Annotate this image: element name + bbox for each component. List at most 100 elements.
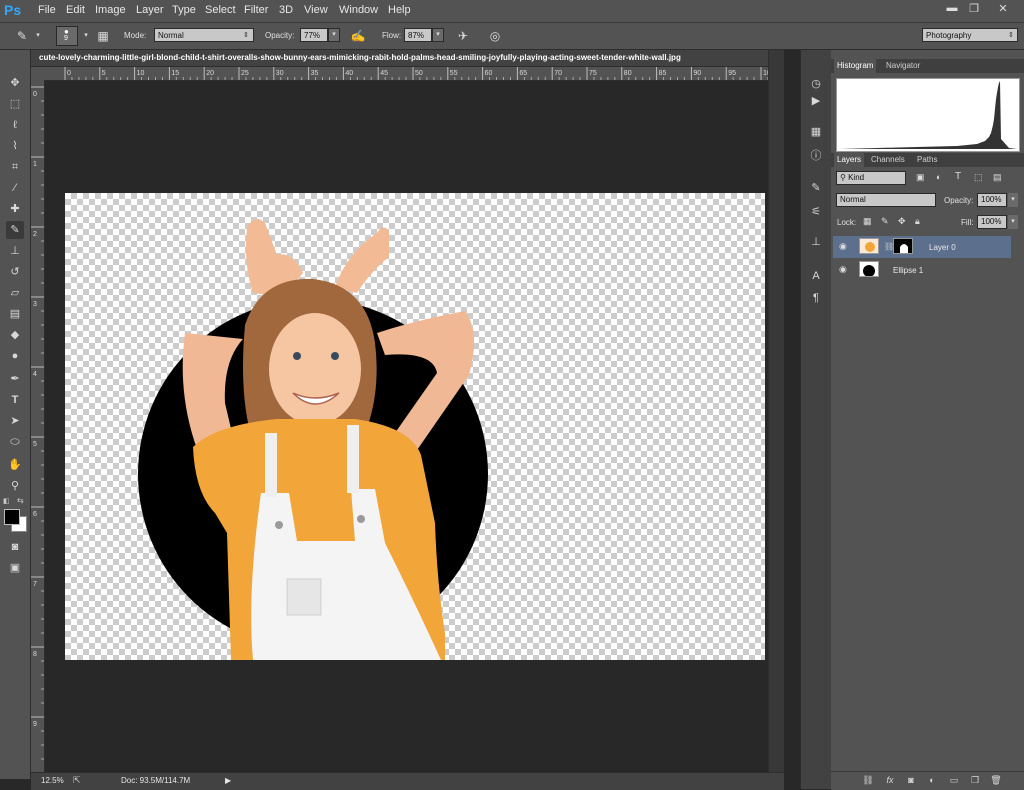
opacity-slider-toggle-icon[interactable]: ▾ bbox=[328, 28, 340, 42]
actions-panel-icon[interactable]: ▶ bbox=[808, 93, 824, 109]
layer-opacity-input[interactable]: 100% bbox=[977, 193, 1007, 207]
lock-transparent-icon[interactable]: ▦ bbox=[863, 216, 872, 227]
zoom-tool-icon[interactable]: ⚲ bbox=[6, 477, 24, 495]
filter-shape-icon[interactable]: ⬚ bbox=[974, 172, 983, 183]
menu-help[interactable]: Help bbox=[388, 4, 411, 16]
menu-window[interactable]: Window bbox=[339, 4, 378, 16]
history-panel-icon[interactable]: ◷ bbox=[808, 76, 824, 92]
tab-channels[interactable]: Channels bbox=[868, 153, 908, 167]
workspace-switcher[interactable]: Photography bbox=[922, 28, 1018, 42]
flow-input[interactable]: 87% bbox=[404, 28, 432, 42]
document-tab[interactable]: cute-lovely-charming-little-girl-blond-c… bbox=[31, 50, 768, 67]
lock-image-icon[interactable]: ✎ bbox=[881, 216, 889, 227]
pressure-size-icon[interactable]: ◎ bbox=[487, 28, 503, 44]
swap-colors-icon[interactable]: ⇆ bbox=[17, 496, 24, 505]
eyedropper-tool-icon[interactable]: ⁄ bbox=[6, 179, 24, 197]
menu-select[interactable]: Select bbox=[205, 4, 236, 16]
tab-layers[interactable]: Layers bbox=[834, 153, 865, 167]
filter-adjustment-icon[interactable]: ◐ bbox=[936, 172, 941, 182]
filter-pixel-icon[interactable]: ▣ bbox=[916, 172, 925, 183]
gradient-tool-icon[interactable]: ▤ bbox=[6, 305, 24, 323]
opacity-input[interactable]: 77% bbox=[300, 28, 328, 42]
adjustment-layer-icon[interactable]: ◐ bbox=[925, 775, 939, 787]
layer-mask-thumbnail[interactable] bbox=[893, 238, 913, 254]
new-layer-icon[interactable]: ❐ bbox=[968, 775, 982, 787]
pressure-opacity-icon[interactable]: ✍ bbox=[350, 28, 366, 44]
hand-tool-icon[interactable]: ✋ bbox=[6, 456, 24, 474]
vertical-scrollbar[interactable] bbox=[768, 50, 785, 772]
brush-preset-picker[interactable]: ● 9 bbox=[56, 26, 78, 46]
layer-opacity-arrow-icon[interactable]: ▾ bbox=[1008, 193, 1018, 207]
blend-mode-select[interactable]: Normal bbox=[836, 193, 936, 207]
brush-tool-icon[interactable]: ✎ bbox=[6, 221, 24, 239]
menu-layer[interactable]: Layer bbox=[136, 4, 164, 16]
document-canvas[interactable] bbox=[65, 193, 765, 660]
type-tool-icon[interactable]: T bbox=[6, 391, 24, 409]
menu-edit[interactable]: Edit bbox=[66, 4, 85, 16]
foreground-color-swatch[interactable] bbox=[4, 509, 20, 525]
restore-icon[interactable]: ❐ bbox=[964, 2, 984, 18]
lasso-tool-icon[interactable]: ℓ bbox=[6, 116, 24, 134]
default-colors-icon[interactable]: ◧ bbox=[3, 497, 10, 505]
tool-preset-dropdown-icon[interactable]: ▾ bbox=[30, 28, 46, 44]
visibility-eye-icon[interactable]: ◉ bbox=[839, 241, 847, 252]
visibility-eye-icon[interactable]: ◉ bbox=[839, 264, 847, 275]
screen-mode-icon[interactable]: ▣ bbox=[6, 559, 24, 577]
add-mask-icon[interactable]: ◙ bbox=[904, 775, 918, 787]
crop-tool-icon[interactable]: ⌗ bbox=[6, 158, 24, 176]
menu-filter[interactable]: Filter bbox=[244, 4, 268, 16]
brush-panel-icon[interactable]: ✎ bbox=[808, 180, 824, 196]
menu-file[interactable]: File bbox=[38, 4, 56, 16]
fill-arrow-icon[interactable]: ▾ bbox=[1008, 215, 1018, 229]
filter-type-icon[interactable]: T bbox=[955, 171, 961, 182]
clone-stamp-tool-icon[interactable]: ⊥ bbox=[6, 242, 24, 260]
horizontal-ruler[interactable]: 0510152025303540455055606570758085909510… bbox=[45, 67, 768, 81]
menu-view[interactable]: View bbox=[304, 4, 328, 16]
close-icon[interactable]: ✕ bbox=[993, 2, 1013, 18]
properties-panel-icon[interactable]: ▦ bbox=[808, 124, 824, 140]
brush-panel-toggle-icon[interactable]: ▦ bbox=[95, 28, 111, 44]
ellipse-tool-icon[interactable]: ⬭ bbox=[6, 433, 24, 451]
clone-source-panel-icon[interactable]: ⊥ bbox=[808, 234, 824, 250]
brush-tool-icon[interactable]: ✎ bbox=[14, 28, 30, 44]
lock-all-icon[interactable]: 🔒︎ bbox=[915, 216, 920, 227]
fill-input[interactable]: 100% bbox=[977, 215, 1007, 229]
history-brush-tool-icon[interactable]: ↺ bbox=[6, 263, 24, 281]
pen-tool-icon[interactable]: ✒ bbox=[6, 370, 24, 388]
filter-smartobject-icon[interactable]: ▤ bbox=[993, 172, 1002, 183]
status-menu-arrow-icon[interactable]: ▶ bbox=[225, 776, 231, 785]
layer-name[interactable]: Ellipse 1 bbox=[893, 266, 923, 275]
zoom-level[interactable]: 12.5% bbox=[41, 776, 64, 785]
layer-row[interactable]: ◉ Ellipse 1 bbox=[833, 259, 1011, 281]
share-icon[interactable]: ⇱ bbox=[73, 775, 81, 786]
character-panel-icon[interactable]: A bbox=[808, 268, 824, 284]
quick-mask-icon[interactable]: ◙ bbox=[6, 538, 24, 556]
menu-3d[interactable]: 3D bbox=[279, 4, 293, 16]
new-group-icon[interactable]: ▭ bbox=[947, 775, 961, 787]
layer-thumbnail[interactable] bbox=[859, 238, 879, 254]
minimize-icon[interactable]: ▬ bbox=[942, 2, 962, 18]
paragraph-panel-icon[interactable]: ¶ bbox=[808, 290, 824, 306]
menu-image[interactable]: Image bbox=[95, 4, 126, 16]
layer-filter-select[interactable]: ⚲ Kind bbox=[836, 171, 906, 185]
layer-row[interactable]: ◉ ⛓ Layer 0 bbox=[833, 236, 1011, 258]
info-panel-icon[interactable]: ⓘ bbox=[808, 148, 824, 164]
airbrush-icon[interactable]: ✈ bbox=[455, 28, 471, 44]
layer-name[interactable]: Layer 0 bbox=[929, 243, 956, 252]
mode-select[interactable]: Normal bbox=[154, 28, 254, 42]
lock-position-icon[interactable]: ✥ bbox=[898, 216, 906, 227]
adjustments-panel-icon[interactable]: ⚟ bbox=[808, 204, 824, 220]
dodge-tool-icon[interactable]: ● bbox=[6, 347, 24, 365]
tab-histogram[interactable]: Histogram bbox=[834, 59, 877, 73]
delete-layer-icon[interactable]: 🗑︎ bbox=[989, 775, 1003, 787]
layer-style-icon[interactable]: fx bbox=[883, 775, 897, 787]
vertical-ruler[interactable]: 0 1 2 3 4 5 6 7 8 9 bbox=[31, 80, 45, 772]
canvas-workspace[interactable] bbox=[45, 81, 768, 772]
tab-paths[interactable]: Paths bbox=[914, 153, 940, 167]
quick-selection-tool-icon[interactable]: ⌇ bbox=[6, 137, 24, 155]
tab-navigator[interactable]: Navigator bbox=[883, 59, 923, 73]
spot-healing-tool-icon[interactable]: ✚ bbox=[6, 200, 24, 218]
blur-tool-icon[interactable]: ◆ bbox=[6, 326, 24, 344]
brush-preset-arrow-icon[interactable]: ▾ bbox=[78, 28, 94, 44]
menu-type[interactable]: Type bbox=[172, 4, 196, 16]
